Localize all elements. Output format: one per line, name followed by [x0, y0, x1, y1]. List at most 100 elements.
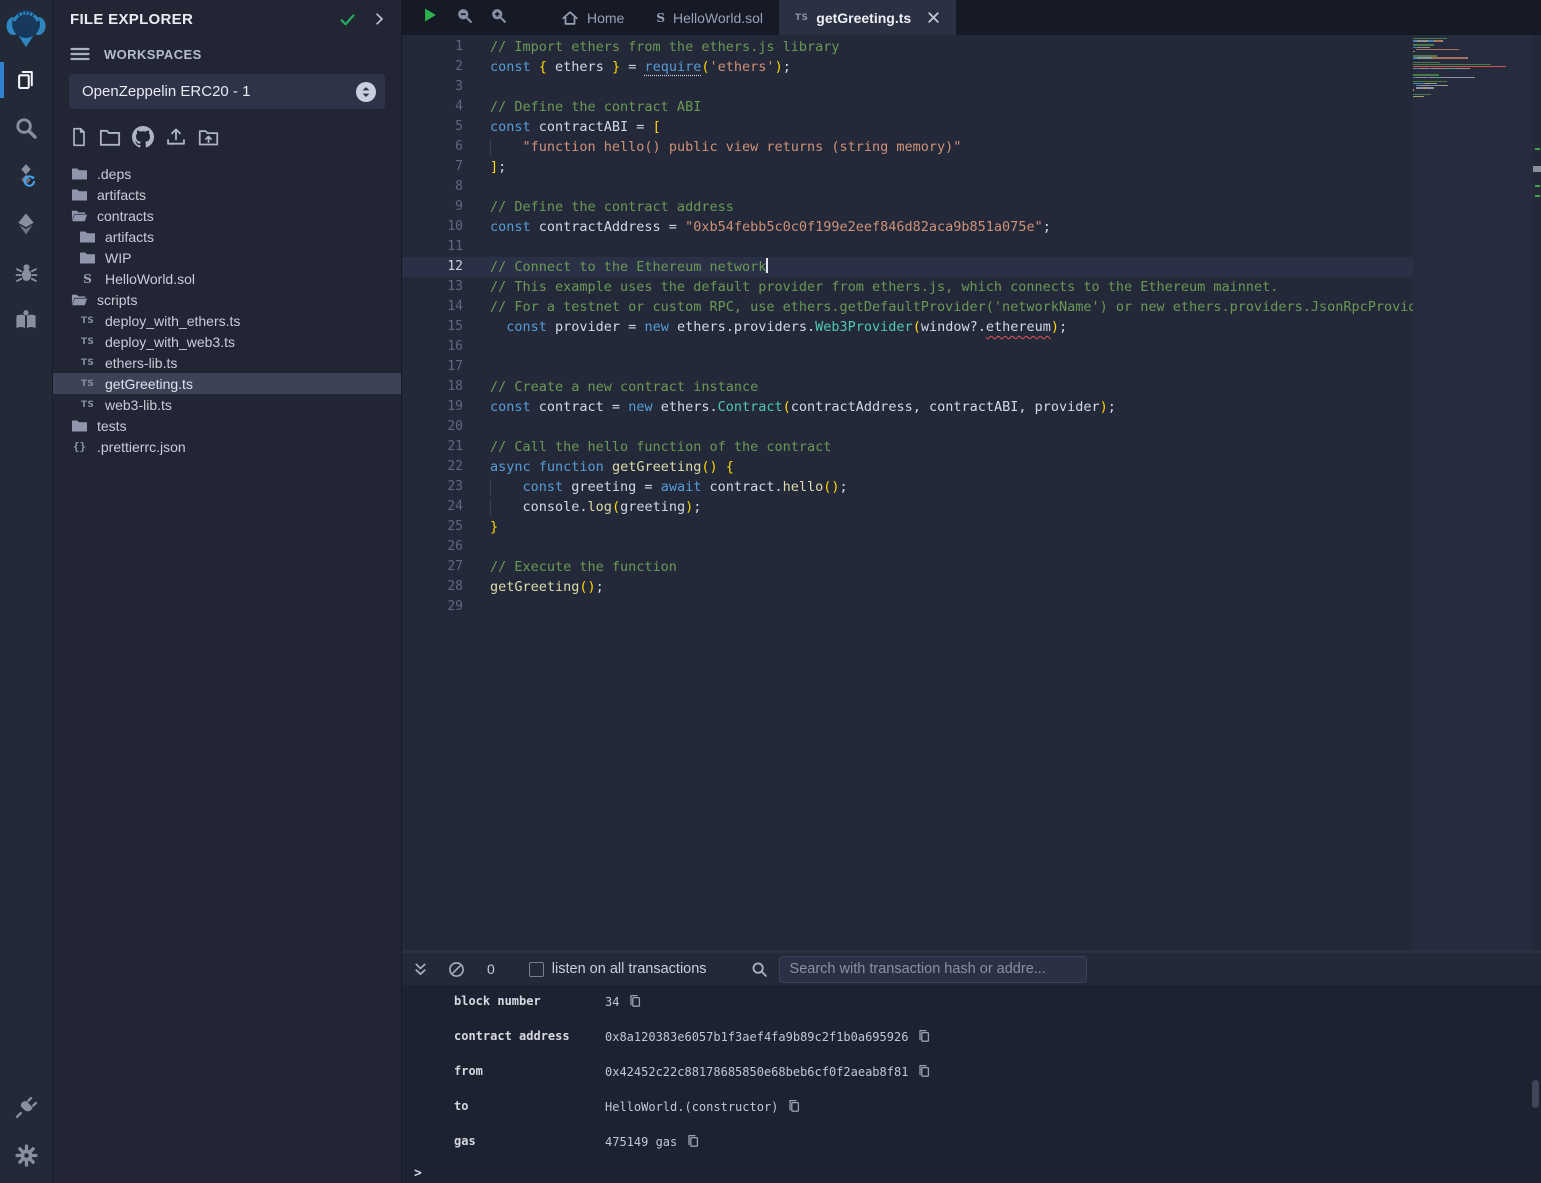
- terminal-prompt[interactable]: >: [402, 1166, 1541, 1181]
- code-line[interactable]: 28getGreeting();: [402, 577, 1413, 597]
- clear-console-icon[interactable]: [448, 961, 465, 978]
- tree-item-label: tests: [97, 418, 127, 434]
- code-line[interactable]: 22async function getGreeting() {: [402, 457, 1413, 477]
- log-value: HelloWorld.(constructor): [605, 1099, 801, 1114]
- code-line[interactable]: 24 console.log(greeting);: [402, 497, 1413, 517]
- code-line[interactable]: 3: [402, 77, 1413, 97]
- tree-item-helloworld-sol[interactable]: SHelloWorld.sol: [53, 268, 401, 289]
- tree-item-scripts[interactable]: scripts: [53, 289, 401, 310]
- terminal-scrollbar-thumb[interactable]: [1532, 1080, 1539, 1108]
- tree-item-wip[interactable]: WIP: [53, 247, 401, 268]
- code-line[interactable]: 17: [402, 357, 1413, 377]
- code-line[interactable]: 18// Create a new contract instance: [402, 377, 1413, 397]
- tree-item-prettierrc-json[interactable]: {}.prettierrc.json: [53, 436, 401, 457]
- tree-item-ethers-lib-ts[interactable]: TSethers-lib.ts: [53, 352, 401, 373]
- minimap[interactable]: [1413, 35, 1533, 950]
- code-line[interactable]: 16: [402, 337, 1413, 357]
- ts-icon: TS: [79, 400, 96, 410]
- github-button[interactable]: [132, 126, 154, 153]
- close-icon[interactable]: [927, 11, 940, 24]
- code-editor[interactable]: 1// Import ethers from the ethers.js lib…: [402, 35, 1541, 950]
- zoom-out-button[interactable]: [456, 7, 473, 29]
- overview-ruler[interactable]: [1533, 35, 1541, 950]
- code-line[interactable]: 8: [402, 177, 1413, 197]
- code-line[interactable]: 10const contractAddress = "0xb54febb5c0c…: [402, 217, 1413, 237]
- code-line[interactable]: 1// Import ethers from the ethers.js lib…: [402, 37, 1413, 57]
- tree-item-deps[interactable]: .deps: [53, 163, 401, 184]
- code-line[interactable]: 25}: [402, 517, 1413, 537]
- activity-bar-item-remix-logo[interactable]: [0, 0, 53, 56]
- tree-item-getgreeting-ts[interactable]: TSgetGreeting.ts: [53, 373, 401, 394]
- chevron-right-icon[interactable]: [371, 11, 387, 27]
- hamburger-menu-icon[interactable]: [70, 46, 90, 62]
- check-icon[interactable]: [338, 10, 357, 29]
- code-line[interactable]: 23 const greeting = await contract.hello…: [402, 477, 1413, 497]
- code-line[interactable]: 11: [402, 237, 1413, 257]
- code-line[interactable]: 29: [402, 597, 1413, 617]
- activity-bar-item-search[interactable]: [0, 104, 53, 152]
- activity-bar-item-learneth[interactable]: [0, 296, 53, 344]
- copy-icon[interactable]: [917, 1064, 931, 1079]
- code-line[interactable]: 27// Execute the function: [402, 557, 1413, 577]
- tab-getgreeting-ts[interactable]: TSgetGreeting.ts: [779, 0, 956, 35]
- code-line[interactable]: 19const contract = new ethers.Contract(c…: [402, 397, 1413, 417]
- code-line[interactable]: 5const contractABI = [: [402, 117, 1413, 137]
- code-line[interactable]: 15 const provider = new ethers.providers…: [402, 317, 1413, 337]
- copy-icon[interactable]: [628, 994, 642, 1009]
- copy-icon[interactable]: [787, 1099, 801, 1114]
- log-key: from: [402, 1064, 605, 1078]
- tree-item-tests[interactable]: tests: [53, 415, 401, 436]
- line-number: 18: [402, 377, 463, 397]
- code-line[interactable]: 9// Define the contract address: [402, 197, 1413, 217]
- code-area[interactable]: 1// Import ethers from the ethers.js lib…: [402, 35, 1413, 950]
- code-line[interactable]: 6 "function hello() public view returns …: [402, 137, 1413, 157]
- tab-helloworld-sol[interactable]: SHelloWorld.sol: [640, 0, 779, 35]
- play-button[interactable]: [421, 6, 439, 29]
- upload-folder-button[interactable]: [198, 128, 219, 152]
- line-number: 3: [402, 77, 463, 97]
- tree-item-artifacts[interactable]: artifacts: [53, 184, 401, 205]
- line-number: 16: [402, 337, 463, 357]
- new-folder-button[interactable]: [99, 128, 121, 152]
- tree-item-deploy-with-ethers-ts[interactable]: TSdeploy_with_ethers.ts: [53, 310, 401, 331]
- json-icon: {}: [71, 440, 88, 453]
- tree-item-artifacts[interactable]: artifacts: [53, 226, 401, 247]
- tab-home[interactable]: Home: [545, 0, 640, 35]
- tree-item-contracts[interactable]: contracts: [53, 205, 401, 226]
- code-line[interactable]: 26: [402, 537, 1413, 557]
- activity-bar-item-file-explorer[interactable]: [0, 56, 53, 104]
- activity-bar-item-plugin-manager[interactable]: [0, 1083, 53, 1131]
- listen-all-transactions-checkbox[interactable]: [529, 962, 544, 977]
- ruler-mark-green: [1535, 195, 1540, 197]
- code-line[interactable]: 14// For a testnet or custom RPC, use et…: [402, 297, 1413, 317]
- code-line[interactable]: 13// This example uses the default provi…: [402, 277, 1413, 297]
- code-line[interactable]: 4// Define the contract ABI: [402, 97, 1413, 117]
- copy-icon[interactable]: [917, 1029, 931, 1044]
- code-line[interactable]: 20: [402, 417, 1413, 437]
- collapse-terminal-icon[interactable]: [412, 961, 429, 978]
- code-line-content: // Define the contract ABI: [463, 97, 701, 117]
- folder-icon: [79, 251, 96, 265]
- workspace-select[interactable]: OpenZeppelin ERC20 - 1: [69, 74, 385, 109]
- minimap-segment: [1447, 85, 1448, 86]
- code-line[interactable]: 12// Connect to the Ethereum network: [402, 257, 1413, 277]
- activity-bar-item-settings[interactable]: [0, 1131, 53, 1179]
- upload-file-button[interactable]: [165, 127, 187, 152]
- minimap-segment: [1474, 77, 1475, 78]
- line-number: 5: [402, 117, 463, 137]
- code-line[interactable]: 7];: [402, 157, 1413, 177]
- copy-icon[interactable]: [686, 1134, 700, 1149]
- code-line[interactable]: 21// Call the hello function of the cont…: [402, 437, 1413, 457]
- tree-item-label: getGreeting.ts: [105, 376, 193, 392]
- tree-item-deploy-with-web3-ts[interactable]: TSdeploy_with_web3.ts: [53, 331, 401, 352]
- code-line[interactable]: 2const { ethers } = require('ethers');: [402, 57, 1413, 77]
- activity-bar-item-debugger[interactable]: [0, 248, 53, 296]
- zoom-in-button[interactable]: [490, 7, 507, 29]
- line-number: 15: [402, 317, 463, 337]
- activity-bar-item-deploy-run[interactable]: [0, 200, 53, 248]
- tree-item-web3-lib-ts[interactable]: TSweb3-lib.ts: [53, 394, 401, 415]
- new-file-button[interactable]: [70, 127, 88, 152]
- tree-item-label: HelloWorld.sol: [105, 271, 195, 287]
- terminal-search-input[interactable]: [779, 956, 1087, 983]
- activity-bar-item-solidity-compiler[interactable]: [0, 152, 53, 200]
